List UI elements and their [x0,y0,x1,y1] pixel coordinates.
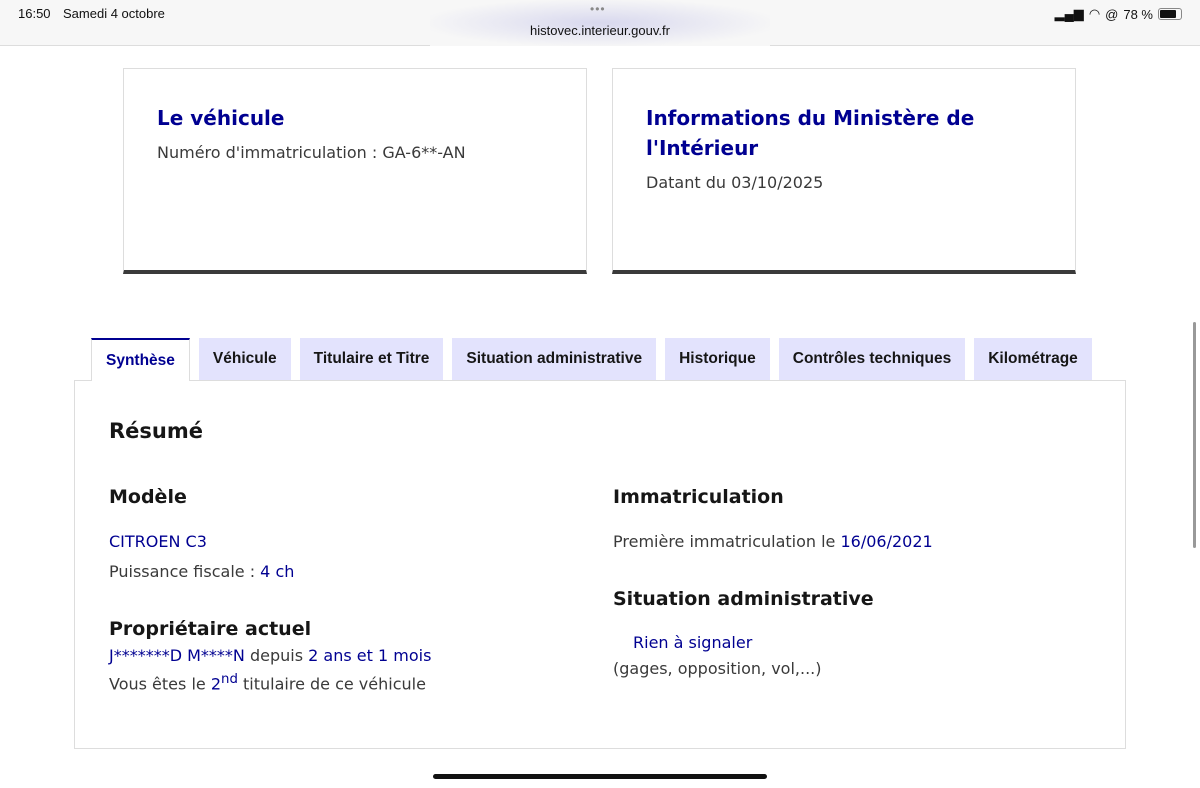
fiscal-power: Puissance fiscale : 4 ch [109,562,294,581]
owner-duration: 2 ans et 1 mois [308,646,432,665]
date: Samedi 4 octobre [63,6,165,21]
owner-rank: Vous êtes le 2nd titulaire de ce véhicul… [109,672,426,693]
admin-note: (gages, opposition, vol,...) [613,659,822,678]
status-bar: 16:50 Samedi 4 octobre ••• histovec.inte… [0,0,1200,46]
tab-synthese[interactable]: Synthèse [91,338,190,381]
card-title: Informations du Ministère de l'Intérieur [646,106,975,160]
battery-icon [1158,8,1182,20]
synthese-panel: Résumé Modèle CITROEN C3 Puissance fisca… [74,380,1126,749]
power-value: 4 ch [260,562,295,581]
rank-suffix: titulaire de ce véhicule [237,674,426,694]
tab-controles[interactable]: Contrôles techniques [778,338,966,380]
more-dots-icon[interactable]: ••• [590,2,606,16]
tab-historique[interactable]: Historique [665,338,770,380]
url-bar[interactable]: histovec.interieur.gouv.fr [0,23,1200,38]
model-value: CITROEN C3 [109,532,207,551]
power-label: Puissance fiscale : [109,562,261,581]
card-title: Le véhicule [157,106,285,130]
clock: 16:50 [18,6,51,21]
tab-vehicule[interactable]: Véhicule [198,338,291,380]
scrollbar[interactable] [1193,322,1196,548]
tab-situation[interactable]: Situation administrative [452,338,657,380]
ministry-card: Informations du Ministère de l'Intérieur… [612,68,1076,274]
card-text: Datant du 03/10/2025 [646,173,824,192]
admin-heading: Situation administrative [613,588,874,610]
owner-line: J*******D M****N depuis 2 ans et 1 mois [109,646,431,665]
owner-name: J*******D M****N [109,646,245,665]
home-indicator[interactable] [433,774,767,779]
tab-bar: Synthèse Véhicule Titulaire et Titre Sit… [91,338,1191,381]
rank-sup: nd [221,672,238,687]
since-label: depuis [244,646,309,665]
immat-heading: Immatriculation [613,486,784,508]
rank-value: 2 [210,674,221,694]
immat-label: Première immatriculation le [613,532,841,551]
admin-status: Rien à signaler [633,633,753,652]
immat-line: Première immatriculation le 16/06/2021 [613,532,933,551]
orientation-lock-icon: @ [1105,6,1119,22]
model-heading: Modèle [109,486,187,508]
card-text: Numéro d'immatriculation : GA-6**-AN [157,143,466,162]
signal-icon: ▂▄▆ [1054,6,1084,21]
immat-date: 16/06/2021 [840,532,933,551]
summary-title: Résumé [109,419,203,443]
tab-kilometrage[interactable]: Kilométrage [974,338,1092,380]
vehicle-card: Le véhicule Numéro d'immatriculation : G… [123,68,587,274]
wifi-icon: ◠ [1088,6,1101,21]
tab-titulaire[interactable]: Titulaire et Titre [299,338,444,380]
rank-prefix: Vous êtes le [109,674,211,694]
battery-percent: 78 % [1123,6,1153,22]
owner-heading: Propriétaire actuel [109,618,312,640]
